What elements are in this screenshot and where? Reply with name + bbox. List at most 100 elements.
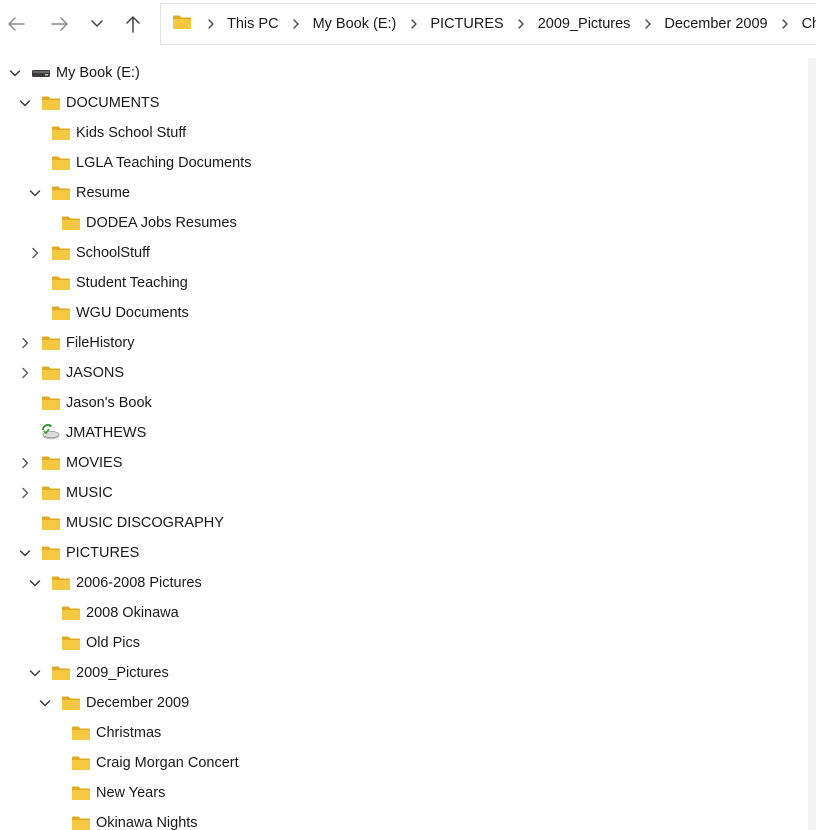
backup-drive-icon [40, 423, 60, 440]
tree-item-label: Student Teaching [76, 275, 188, 291]
chevron-right-icon[interactable] [777, 19, 794, 29]
back-arrow-icon [7, 16, 25, 32]
tree-item[interactable]: Craig Morgan Concert [0, 748, 808, 778]
tree-item[interactable]: MOVIES [0, 448, 808, 478]
tree-item-label: FileHistory [66, 335, 135, 351]
back-button[interactable] [2, 8, 30, 40]
up-button[interactable] [119, 8, 147, 40]
breadcrumb-label[interactable]: December 2009 [664, 16, 767, 32]
tree-item[interactable]: Student Teaching [0, 268, 808, 298]
chevron-right-icon[interactable] [17, 365, 33, 381]
tree-item[interactable]: DODEA Jobs Resumes [0, 208, 808, 238]
tree-item[interactable]: Kids School Stuff [0, 118, 808, 148]
folder-icon [41, 545, 61, 561]
chevron-down-icon[interactable] [27, 665, 43, 681]
breadcrumb-item[interactable]: PICTURES [405, 16, 512, 32]
address-bar[interactable]: This PC My Book (E:) PICTURES 2009_Pictures… [160, 3, 816, 45]
tree-item[interactable]: MUSIC DISCOGRAPHY [0, 508, 808, 538]
tree-item-label: New Years [96, 785, 166, 801]
folder-icon [41, 95, 61, 111]
chevron-down-icon[interactable] [17, 95, 33, 111]
chevron-right-icon[interactable] [202, 19, 219, 29]
navigation-tree: My Book (E:) DOCUMENTS Kids School Stuff LG… [0, 58, 808, 830]
forward-button[interactable] [46, 8, 74, 40]
tree-item-label: Kids School Stuff [76, 125, 187, 141]
breadcrumb-item[interactable]: Christmas [777, 16, 816, 32]
folder-icon [41, 365, 61, 381]
tree-item-label: Jason's Book [66, 395, 152, 411]
breadcrumb-label[interactable]: My Book (E:) [313, 16, 397, 32]
tree-item[interactable]: FileHistory [0, 328, 808, 358]
tree-item[interactable]: Old Pics [0, 628, 808, 658]
folder-icon [41, 335, 61, 351]
tree-item[interactable]: LGLA Teaching Documents [0, 148, 808, 178]
chevron-down-icon[interactable] [27, 575, 43, 591]
tree-item[interactable]: PICTURES [0, 538, 808, 568]
folder-icon [51, 575, 71, 591]
up-arrow-icon [125, 15, 141, 33]
tree-item[interactable]: Jason's Book [0, 388, 808, 418]
chevron-down-icon [90, 19, 104, 29]
breadcrumb-item[interactable]: My Book (E:) [288, 16, 406, 32]
breadcrumb-label[interactable]: Christmas [802, 16, 816, 32]
tree-item[interactable]: Christmas [0, 718, 808, 748]
tree-item[interactable]: December 2009 [0, 688, 808, 718]
tree-item-label: JASONS [66, 365, 125, 381]
drive-icon [31, 65, 51, 81]
tree-item[interactable]: 2009_Pictures [0, 658, 808, 688]
tree-item[interactable]: Okinawa Nights [0, 808, 808, 830]
folder-icon [51, 245, 71, 261]
tree-item-label: MUSIC [66, 485, 113, 501]
tree-item[interactable]: 2008 Okinawa [0, 598, 808, 628]
tree-item-label: PICTURES [66, 545, 140, 561]
tree-item-label: Okinawa Nights [96, 815, 198, 830]
breadcrumb-item[interactable]: 2009_Pictures [513, 16, 640, 32]
forward-arrow-icon [51, 16, 69, 32]
recent-locations-button[interactable] [83, 8, 111, 40]
folder-icon [51, 125, 71, 141]
chevron-right-icon[interactable] [288, 19, 305, 29]
chevron-right-icon[interactable] [513, 19, 530, 29]
tree-item-label: 2009_Pictures [76, 665, 169, 681]
folder-icon [41, 395, 61, 411]
breadcrumb-label[interactable]: 2009_Pictures [538, 16, 631, 32]
chevron-right-icon[interactable] [639, 19, 656, 29]
folder-icon [61, 695, 81, 711]
folder-icon [172, 14, 192, 34]
chevron-right-icon[interactable] [17, 455, 33, 471]
chevron-right-icon[interactable] [17, 485, 33, 501]
tree-item[interactable]: My Book (E:) [0, 58, 808, 88]
folder-icon [51, 275, 71, 291]
chevron-right-icon[interactable] [405, 19, 422, 29]
folder-icon [71, 755, 91, 771]
chevron-right-icon[interactable] [17, 335, 33, 351]
tree-item[interactable]: WGU Documents [0, 298, 808, 328]
chevron-right-icon[interactable] [27, 245, 43, 261]
folder-icon [41, 515, 61, 531]
tree-item[interactable]: New Years [0, 778, 808, 808]
tree-item[interactable]: JASONS [0, 358, 808, 388]
tree-item-label: December 2009 [86, 695, 190, 711]
tree-item-label: My Book (E:) [56, 65, 140, 81]
chevron-down-icon[interactable] [37, 695, 53, 711]
tree-item-label: Craig Morgan Concert [96, 755, 239, 771]
tree-item[interactable]: Resume [0, 178, 808, 208]
chevron-down-icon[interactable] [17, 545, 33, 561]
breadcrumb-label[interactable]: PICTURES [430, 16, 503, 32]
chevron-down-icon[interactable] [27, 185, 43, 201]
folder-icon [61, 635, 81, 651]
tree-item-label: DOCUMENTS [66, 95, 160, 111]
folder-icon [51, 185, 71, 201]
chevron-down-icon[interactable] [7, 65, 23, 81]
tree-item-label: 2006-2008 Pictures [76, 575, 202, 591]
tree-item[interactable]: 2006-2008 Pictures [0, 568, 808, 598]
folder-icon [71, 785, 91, 801]
scrollbar-track[interactable] [808, 58, 816, 830]
tree-item[interactable]: JMATHEWS [0, 418, 808, 448]
breadcrumb-item[interactable]: This PC [202, 16, 288, 32]
tree-item[interactable]: MUSIC [0, 478, 808, 508]
tree-item[interactable]: DOCUMENTS [0, 88, 808, 118]
breadcrumb-label[interactable]: This PC [227, 16, 279, 32]
tree-item[interactable]: SchoolStuff [0, 238, 808, 268]
breadcrumb-item[interactable]: December 2009 [639, 16, 776, 32]
